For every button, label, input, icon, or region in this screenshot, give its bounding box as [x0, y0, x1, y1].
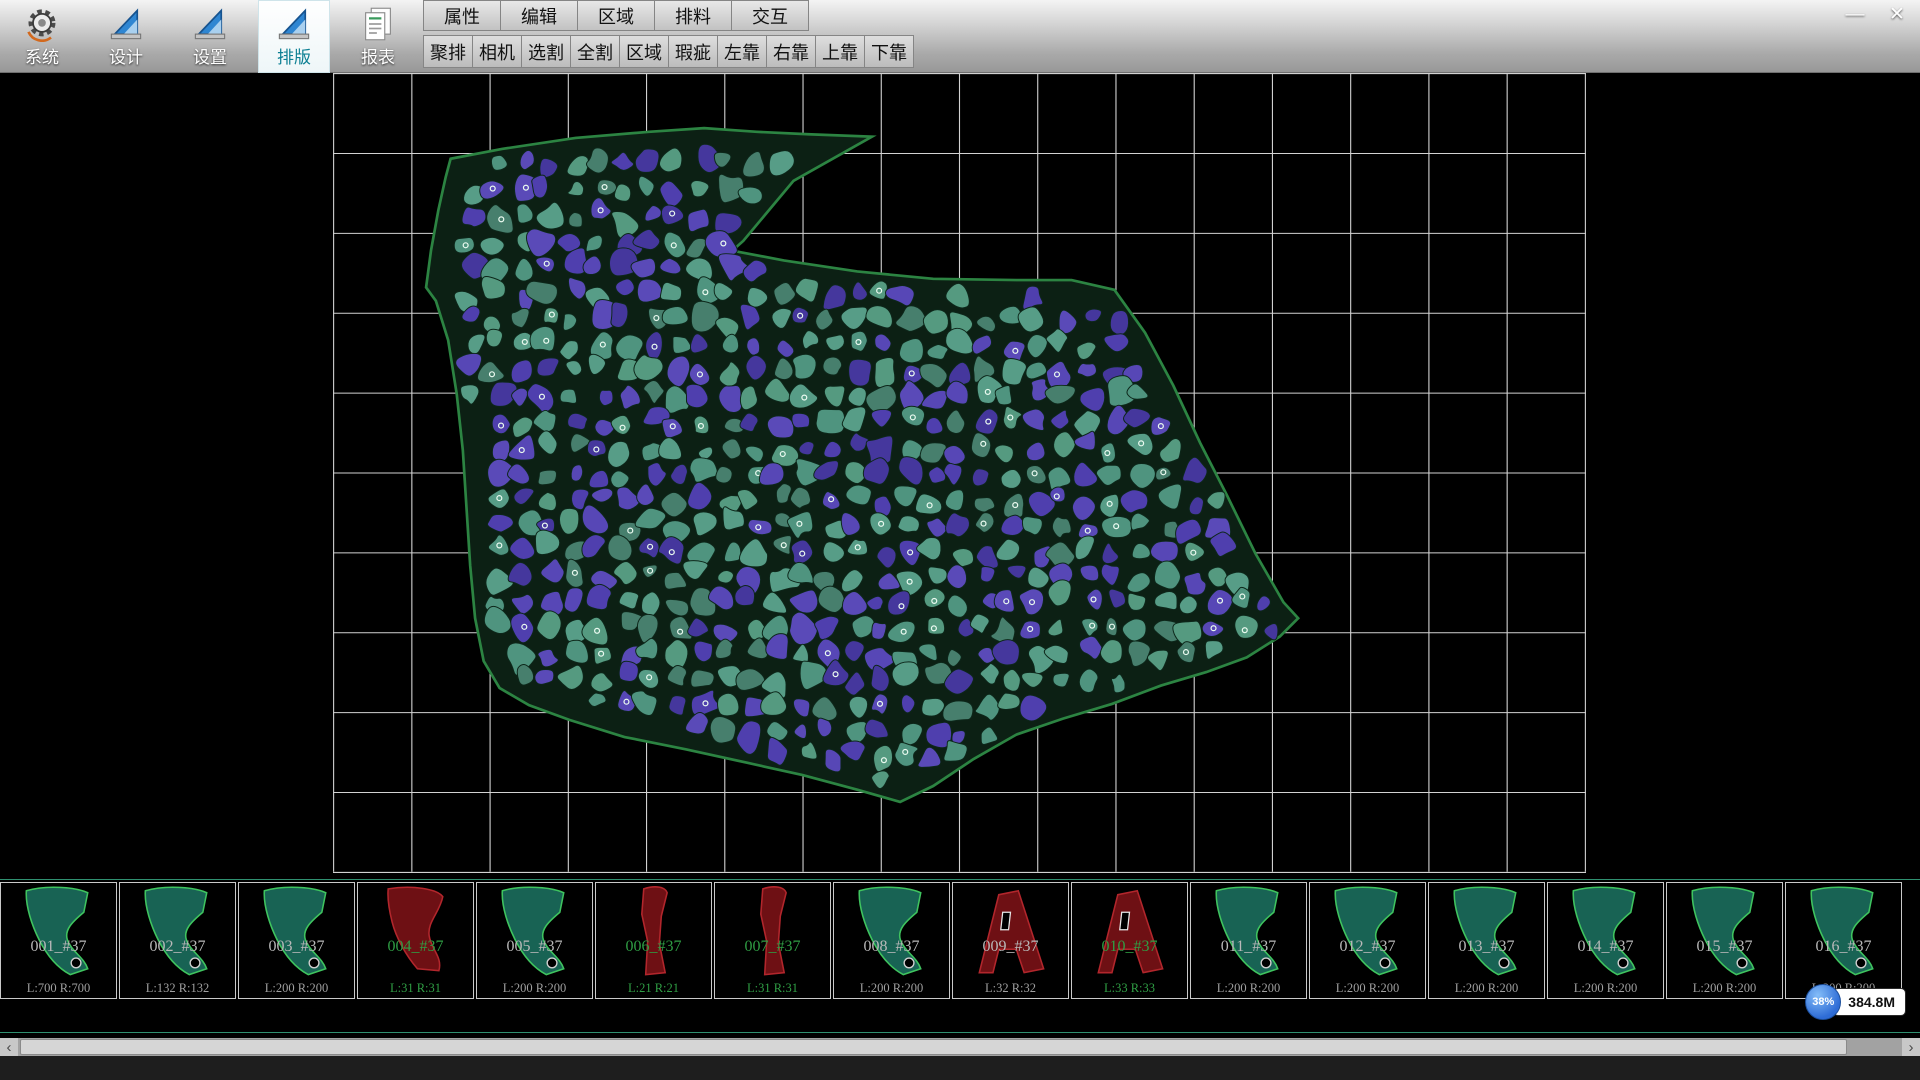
- gear-icon: [24, 6, 60, 42]
- menu-row2-item-4[interactable]: 区域: [619, 35, 669, 68]
- piece-lr-count: L:31 R:31: [358, 981, 473, 996]
- piece-name: 008_#37: [834, 938, 949, 956]
- piece-name: 001_#37: [1, 938, 116, 956]
- piece-lr-count: L:32 R:32: [953, 981, 1068, 996]
- menu-bar: 属性 编辑 区域 排料 交互: [424, 0, 914, 31]
- thumbnail-cell-4[interactable]: 004_#37 L:31 R:31: [357, 882, 474, 999]
- menu-row1-item-3[interactable]: 排料: [654, 0, 732, 31]
- thumbnail-cell-8[interactable]: 008_#37 L:200 R:200: [833, 882, 950, 999]
- piece-lr-count: L:200 R:200: [834, 981, 949, 996]
- report-icon: [360, 6, 396, 42]
- piece-name: 006_#37: [596, 938, 711, 956]
- tab-settings[interactable]: 设置: [174, 0, 246, 73]
- menu-row2-item-7[interactable]: 右靠: [766, 35, 816, 68]
- thumbnail-cell-5[interactable]: 005_#37 L:200 R:200: [476, 882, 593, 999]
- piece-lr-count: L:200 R:200: [1429, 981, 1544, 996]
- nesting-canvas[interactable]: [333, 73, 1586, 873]
- thumbnail-cell-10[interactable]: 010_#37 L:33 R:33: [1071, 882, 1188, 999]
- thumbnail-cell-2[interactable]: 002_#37 L:132 R:132: [119, 882, 236, 999]
- piece-lr-count: L:200 R:200: [1667, 981, 1782, 996]
- piece-lr-count: L:33 R:33: [1072, 981, 1187, 996]
- app-window: 系统 设计 设置 排版 报表 属性 编辑 区域 排料 交互 聚排 相机 选割 全…: [0, 0, 1920, 1080]
- piece-lr-count: L:700 R:700: [1, 981, 116, 996]
- menu-row2-item-3[interactable]: 全割: [570, 35, 620, 68]
- piece-name: 014_#37: [1548, 938, 1663, 956]
- horizontal-scrollbar[interactable]: ‹ ›: [0, 1038, 1920, 1056]
- minimize-button[interactable]: —: [1842, 2, 1868, 28]
- piece-lr-count: L:200 R:200: [239, 981, 354, 996]
- piece-name: 003_#37: [239, 938, 354, 956]
- scroll-track[interactable]: [18, 1038, 1902, 1056]
- menu-row1-item-2[interactable]: 区域: [577, 0, 655, 31]
- design-icon: [108, 6, 144, 42]
- piece-lr-count: L:200 R:200: [477, 981, 592, 996]
- piece-name: 013_#37: [1429, 938, 1544, 956]
- piece-name: 010_#37: [1072, 938, 1187, 956]
- thumbnail-cell-13[interactable]: 013_#37 L:200 R:200: [1428, 882, 1545, 999]
- scroll-left-arrow[interactable]: ‹: [0, 1038, 18, 1056]
- menu-row2-item-5[interactable]: 瑕疵: [668, 35, 718, 68]
- piece-lr-count: L:132 R:132: [120, 981, 235, 996]
- menu-row1-item-0[interactable]: 属性: [423, 0, 501, 31]
- piece-name: 015_#37: [1667, 938, 1782, 956]
- tab-report[interactable]: 报表: [342, 0, 414, 73]
- thumbnail-cell-12[interactable]: 012_#37 L:200 R:200: [1309, 882, 1426, 999]
- thumbnail-cell-6[interactable]: 006_#37 L:21 R:21: [595, 882, 712, 999]
- piece-lr-count: L:31 R:31: [715, 981, 830, 996]
- window-bottom-edge: [0, 1056, 1920, 1080]
- scroll-thumb[interactable]: [20, 1039, 1847, 1055]
- thumbnail-cell-15[interactable]: 015_#37 L:200 R:200: [1666, 882, 1783, 999]
- piece-lr-count: L:200 R:200: [1310, 981, 1425, 996]
- piece-name: 005_#37: [477, 938, 592, 956]
- piece-thumbnail-strip: 001_#37 L:700 R:700 002_#37 L:132 R:132 …: [0, 879, 1920, 1001]
- thumbnail-cell-3[interactable]: 003_#37 L:200 R:200: [238, 882, 355, 999]
- menu-row1-item-1[interactable]: 编辑: [500, 0, 578, 31]
- piece-name: 002_#37: [120, 938, 235, 956]
- piece-name: 007_#37: [715, 938, 830, 956]
- thumbnail-cell-11[interactable]: 011_#37 L:200 R:200: [1190, 882, 1307, 999]
- memory-indicator: 384.8M: [1833, 988, 1906, 1016]
- menu-row2-item-6[interactable]: 左靠: [717, 35, 767, 68]
- nesting-icon: [276, 6, 312, 42]
- menu-area: 属性 编辑 区域 排料 交互 聚排 相机 选割 全割 区域 瑕疵 左靠 右靠 上…: [424, 0, 914, 68]
- piece-lr-count: L:200 R:200: [1191, 981, 1306, 996]
- tab-design[interactable]: 设计: [90, 0, 162, 73]
- scroll-right-arrow[interactable]: ›: [1902, 1038, 1920, 1056]
- menu-row2-item-1[interactable]: 相机: [472, 35, 522, 68]
- canvas-area[interactable]: [0, 73, 1920, 879]
- piece-name: 011_#37: [1191, 938, 1306, 956]
- menu-row2-item-2[interactable]: 选割: [521, 35, 571, 68]
- thumbnail-cell-1[interactable]: 001_#37 L:700 R:700: [0, 882, 117, 999]
- tool-button-bar: 聚排 相机 选割 全割 区域 瑕疵 左靠 右靠 上靠 下靠: [424, 35, 914, 68]
- menu-row2-item-0[interactable]: 聚排: [423, 35, 473, 68]
- toolbar-tabs: 系统 设计 设置 排版 报表: [6, 0, 414, 73]
- menu-row1-item-4[interactable]: 交互: [731, 0, 809, 31]
- piece-name: 004_#37: [358, 938, 473, 956]
- thumbnail-cell-9[interactable]: 009_#37 L:32 R:32: [952, 882, 1069, 999]
- strip-divider: [0, 1032, 1920, 1033]
- tab-gear[interactable]: 系统: [6, 0, 78, 73]
- status-indicator: 38% 384.8M: [1805, 984, 1906, 1020]
- thumbnail-cell-7[interactable]: 007_#37 L:31 R:31: [714, 882, 831, 999]
- window-controls: — ✕: [1842, 2, 1910, 28]
- piece-name: 016_#37: [1786, 938, 1901, 956]
- thumbnail-cell-14[interactable]: 014_#37 L:200 R:200: [1547, 882, 1664, 999]
- piece-name: 009_#37: [953, 938, 1068, 956]
- piece-lr-count: L:21 R:21: [596, 981, 711, 996]
- piece-name: 012_#37: [1310, 938, 1425, 956]
- menu-row2-item-8[interactable]: 上靠: [815, 35, 865, 68]
- top-toolbar: 系统 设计 设置 排版 报表 属性 编辑 区域 排料 交互 聚排 相机 选割 全…: [0, 0, 1920, 73]
- thumbnail-cell-16[interactable]: 016_#37 L:200 R:200: [1785, 882, 1902, 999]
- piece-lr-count: L:200 R:200: [1548, 981, 1663, 996]
- settings-icon: [192, 6, 228, 42]
- menu-row2-item-9[interactable]: 下靠: [864, 35, 914, 68]
- tab-nesting[interactable]: 排版: [258, 0, 330, 73]
- close-button[interactable]: ✕: [1884, 2, 1910, 28]
